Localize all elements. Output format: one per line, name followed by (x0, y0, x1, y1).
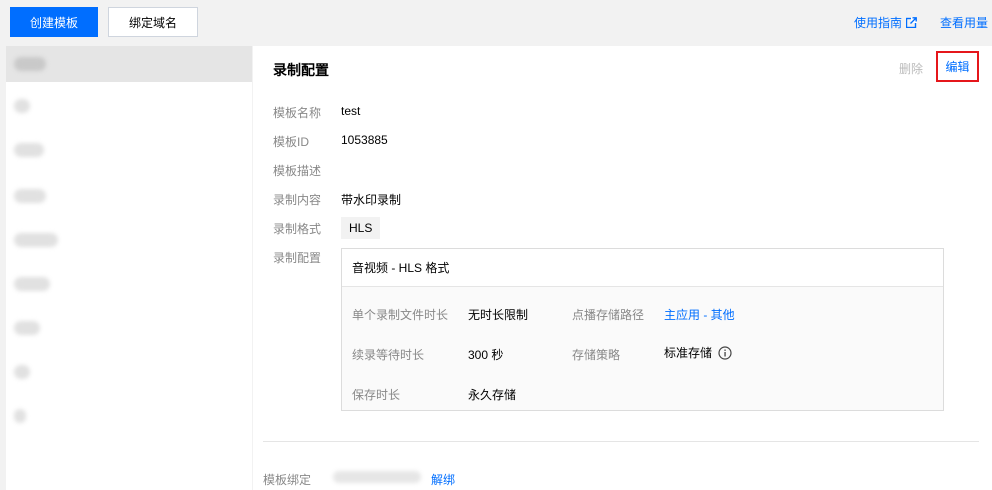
bind-domain-button[interactable]: 绑定域名 (108, 7, 198, 37)
edit-button[interactable]: 编辑 (936, 51, 979, 82)
vod-path-link[interactable]: 主应用 - 其他 (664, 306, 735, 323)
id-value: 1053885 (341, 133, 388, 147)
name-label: 模板名称 (273, 106, 322, 120)
binding-label: 模板绑定 (263, 473, 312, 487)
storage-policy-group: 标准存储 (664, 344, 732, 361)
name-value: test (341, 104, 361, 118)
vod-path-label: 点播存储路径 (572, 308, 645, 322)
template-list-item[interactable] (6, 222, 252, 258)
external-link-icon (906, 17, 918, 28)
template-list-item[interactable] (6, 178, 252, 214)
template-list-item[interactable] (6, 266, 252, 302)
config-box-body: 单个录制文件时长 无时长限制 点播存储路径 主应用 - 其他 续录等待时长 30… (342, 287, 943, 410)
template-list-item[interactable] (6, 88, 252, 124)
storage-policy-label: 存储策略 (572, 348, 621, 362)
create-template-button[interactable]: 创建模板 (10, 7, 98, 37)
unbind-link[interactable]: 解绑 (431, 471, 455, 488)
file-duration-label: 单个录制文件时长 (352, 308, 449, 322)
template-list-item[interactable] (6, 310, 252, 346)
info-icon[interactable] (718, 345, 732, 360)
wait-duration-label: 续录等待时长 (352, 348, 425, 362)
template-list-item[interactable] (6, 132, 252, 168)
content-label: 录制内容 (273, 193, 322, 207)
description-label: 模板描述 (273, 164, 322, 178)
storage-policy-value: 标准存储 (664, 346, 713, 360)
delete-button[interactable]: 删除 (899, 60, 923, 77)
usage-guide-link[interactable]: 使用指南 (854, 14, 918, 31)
template-detail-panel: 录制配置 删除 编辑 模板名称 test 模板ID 1053885 模板描述 录… (253, 46, 992, 490)
id-label: 模板ID (273, 135, 310, 149)
format-tag: HLS (341, 217, 381, 239)
usage-guide-label: 使用指南 (854, 16, 903, 30)
config-label: 录制配置 (273, 251, 322, 265)
content-value: 带水印录制 (341, 193, 402, 207)
retention-value: 永久存储 (468, 388, 517, 402)
divider (263, 441, 979, 442)
template-list (6, 46, 252, 490)
config-box-header: 音视频 - HLS 格式 (342, 249, 943, 287)
format-label: 录制格式 (273, 222, 322, 236)
template-list-item[interactable] (6, 46, 252, 82)
file-duration-value: 无时长限制 (468, 308, 529, 322)
template-list-item[interactable] (6, 354, 252, 390)
retention-label: 保存时长 (352, 388, 401, 402)
template-list-item[interactable] (6, 398, 252, 434)
bound-domain-redacted (333, 471, 421, 483)
wait-duration-value: 300 秒 (468, 348, 504, 362)
config-box: 音视频 - HLS 格式 单个录制文件时长 无时长限制 点播存储路径 主应用 -… (341, 248, 944, 411)
toolbar: 创建模板 绑定域名 使用指南 查看用量 (0, 0, 992, 46)
section-title: 录制配置 (273, 62, 329, 78)
view-usage-link[interactable]: 查看用量 (940, 14, 988, 31)
